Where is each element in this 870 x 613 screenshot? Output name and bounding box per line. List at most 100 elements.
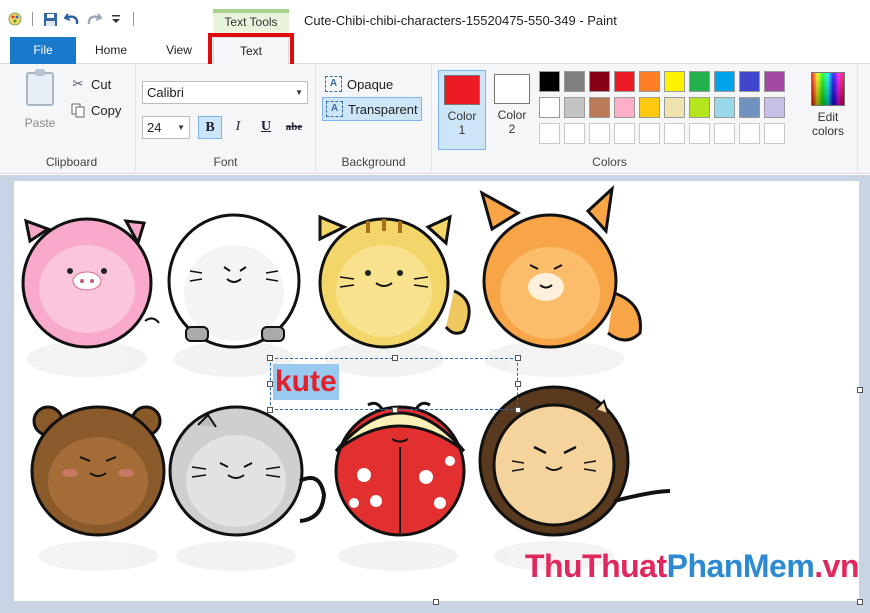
transparent-button[interactable]: A Transparent bbox=[322, 97, 422, 121]
background-group-label: Background bbox=[341, 155, 406, 169]
palette-color-swatch[interactable] bbox=[564, 71, 585, 92]
paste-button[interactable]: Paste bbox=[22, 69, 58, 134]
palette-color-swatch[interactable] bbox=[539, 71, 560, 92]
palette-color-swatch[interactable] bbox=[764, 71, 785, 92]
palette-color-swatch[interactable] bbox=[639, 71, 660, 92]
colors-group-label: Colors bbox=[592, 155, 627, 169]
redo-icon[interactable] bbox=[85, 11, 103, 27]
palette-color-swatch[interactable] bbox=[714, 71, 735, 92]
transparent-icon: A bbox=[326, 101, 343, 117]
resize-handle[interactable] bbox=[392, 407, 398, 413]
seal-character bbox=[167, 213, 301, 349]
color-palette bbox=[539, 71, 785, 144]
watermark-text: ThuThuatPhanMem.vn bbox=[525, 548, 859, 585]
font-size-dropdown[interactable]: 24 ▼ bbox=[142, 116, 190, 139]
palette-color-swatch[interactable] bbox=[714, 97, 735, 118]
color-1-button[interactable]: Color 1 bbox=[438, 70, 486, 150]
palette-color-swatch[interactable] bbox=[739, 97, 760, 118]
custom-color-slot[interactable] bbox=[589, 123, 610, 144]
custom-color-slot[interactable] bbox=[614, 123, 635, 144]
custom-color-slot[interactable] bbox=[564, 123, 585, 144]
clipboard-group-label: Clipboard bbox=[45, 155, 98, 169]
save-icon[interactable] bbox=[41, 11, 59, 27]
resize-handle[interactable] bbox=[515, 381, 521, 387]
customize-qat-icon[interactable] bbox=[107, 11, 125, 27]
text-tools-contextual-label: Text Tools bbox=[213, 9, 289, 34]
color-2-button[interactable]: Color 2 bbox=[488, 70, 536, 150]
color-2-swatch bbox=[494, 74, 530, 104]
edit-colors-label-line1: Edit bbox=[817, 110, 839, 124]
palette-color-swatch[interactable] bbox=[689, 97, 710, 118]
underline-button[interactable]: U bbox=[254, 116, 278, 139]
palette-color-swatch[interactable] bbox=[564, 97, 585, 118]
pig-character bbox=[21, 217, 160, 349]
opaque-button[interactable]: A Opaque bbox=[322, 72, 396, 96]
palette-color-swatch[interactable] bbox=[614, 71, 635, 92]
palette-color-swatch[interactable] bbox=[764, 97, 785, 118]
color-1-swatch bbox=[444, 75, 480, 105]
ribbon-tab-row: File Home View Text bbox=[0, 37, 870, 64]
custom-color-slot[interactable] bbox=[764, 123, 785, 144]
window-title: Cute-Chibi-chibi-characters-15520475-550… bbox=[304, 13, 617, 28]
clipboard-group: Paste ✂ Cut Copy Clipboard bbox=[8, 64, 136, 172]
palette-color-swatch[interactable] bbox=[639, 97, 660, 118]
custom-color-slot[interactable] bbox=[739, 123, 760, 144]
paste-label: Paste bbox=[24, 116, 56, 130]
ladybug-character bbox=[334, 401, 466, 537]
font-family-value: Calibri bbox=[147, 85, 184, 100]
italic-button[interactable]: I bbox=[226, 116, 250, 139]
tab-view[interactable]: View bbox=[148, 37, 210, 64]
custom-color-slot[interactable] bbox=[689, 123, 710, 144]
palette-color-swatch[interactable] bbox=[689, 71, 710, 92]
palette-color-swatch[interactable] bbox=[589, 97, 610, 118]
canvas-resize-handle-bottom[interactable] bbox=[433, 599, 439, 605]
undo-icon[interactable] bbox=[63, 11, 81, 27]
colors-group: Color 1 Color 2 Edit colors Colors bbox=[432, 64, 858, 172]
cut-label: Cut bbox=[91, 76, 112, 92]
palette-color-swatch[interactable] bbox=[664, 97, 685, 118]
color-spectrum-icon bbox=[811, 72, 845, 106]
resize-handle[interactable] bbox=[392, 355, 398, 361]
palette-color-swatch[interactable] bbox=[614, 97, 635, 118]
palette-color-swatch[interactable] bbox=[539, 97, 560, 118]
cut-button[interactable]: ✂ Cut bbox=[70, 74, 112, 94]
tab-text[interactable]: Text bbox=[213, 37, 289, 64]
paint-app-icon[interactable] bbox=[6, 11, 24, 27]
font-family-dropdown[interactable]: Calibri ▼ bbox=[142, 81, 308, 104]
palette-color-swatch[interactable] bbox=[589, 71, 610, 92]
bold-button[interactable]: B bbox=[198, 116, 222, 139]
edit-colors-button[interactable]: Edit colors bbox=[802, 70, 854, 138]
custom-color-slot[interactable] bbox=[664, 123, 685, 144]
drawing-canvas[interactable]: kute ThuThuatPhanMem.vn bbox=[14, 181, 859, 601]
color-1-label-line1: Color bbox=[447, 109, 477, 123]
font-size-value: 24 bbox=[147, 120, 162, 135]
selected-text[interactable]: kute bbox=[273, 364, 339, 400]
bear-character bbox=[30, 405, 166, 537]
copy-button[interactable]: Copy bbox=[70, 100, 121, 120]
palette-color-swatch[interactable] bbox=[664, 71, 685, 92]
clipboard-icon bbox=[26, 69, 54, 106]
scissors-icon: ✂ bbox=[72, 76, 84, 91]
palette-color-swatch[interactable] bbox=[739, 71, 760, 92]
watermark-part-1: ThuThuat bbox=[524, 548, 667, 584]
resize-handle[interactable] bbox=[267, 355, 273, 361]
resize-handle[interactable] bbox=[515, 407, 521, 413]
resize-handle[interactable] bbox=[267, 407, 273, 413]
custom-color-slot[interactable] bbox=[539, 123, 560, 144]
strikethrough-button[interactable]: abe bbox=[282, 116, 306, 139]
canvas-resize-handle-right[interactable] bbox=[857, 387, 863, 393]
canvas-resize-handle-corner[interactable] bbox=[857, 599, 863, 605]
qat-separator bbox=[32, 12, 33, 26]
tab-home[interactable]: Home bbox=[80, 37, 142, 64]
resize-handle[interactable] bbox=[515, 355, 521, 361]
tab-file[interactable]: File bbox=[10, 37, 76, 64]
text-selection-box[interactable]: kute bbox=[267, 355, 521, 413]
custom-color-slot[interactable] bbox=[639, 123, 660, 144]
canvas-workspace: kute ThuThuatPhanMem.vn bbox=[0, 175, 870, 613]
font-group: Calibri ▼ 24 ▼ B I U abe Font bbox=[136, 64, 316, 172]
chevron-down-icon: ▼ bbox=[295, 88, 303, 97]
chevron-down-icon: ▼ bbox=[177, 123, 185, 132]
quick-access-toolbar bbox=[6, 11, 138, 27]
opaque-icon: A bbox=[325, 76, 342, 92]
custom-color-slot[interactable] bbox=[714, 123, 735, 144]
